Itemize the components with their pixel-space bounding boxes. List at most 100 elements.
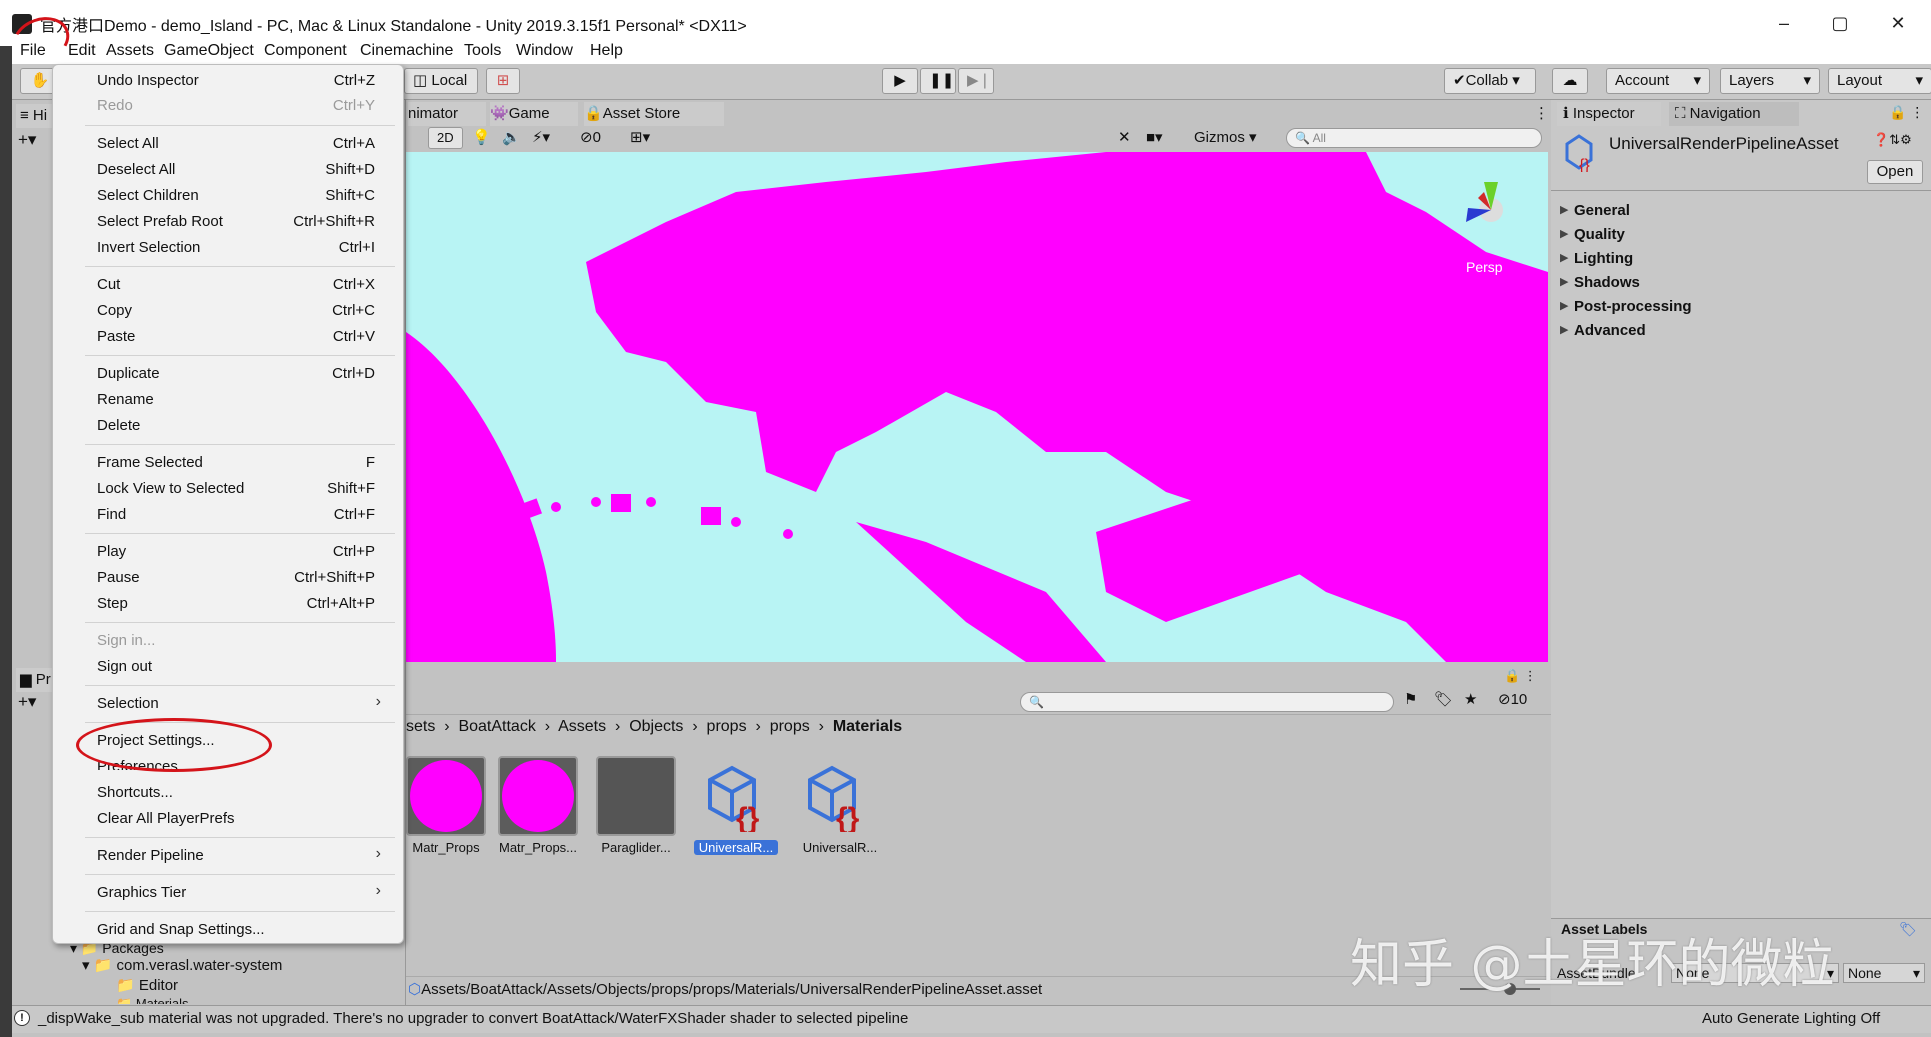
tree-item-water-system[interactable]: ▾ 📁 com.verasl.water-system: [82, 956, 282, 974]
tag-icon[interactable]: 🏷: [1899, 921, 1917, 938]
camera-icon[interactable]: ■▾: [1146, 128, 1163, 146]
expand-lighting-icon[interactable]: ▶: [1560, 251, 1568, 264]
tree-item-editor[interactable]: 📁 Editor: [116, 976, 178, 994]
scene-search-input[interactable]: 🔍 All: [1286, 128, 1542, 148]
menu-edit[interactable]: Edit: [68, 42, 98, 60]
asset-thumb[interactable]: [498, 756, 578, 836]
menu-item-grid-snap-settings[interactable]: Grid and Snap Settings...: [97, 921, 265, 938]
urp-asset-icon[interactable]: {}: [802, 762, 876, 835]
filter-type-icon[interactable]: ⚑: [1404, 690, 1417, 708]
menu-item-sign-out[interactable]: Sign out: [97, 658, 152, 675]
tab-asset-store[interactable]: 🔒Asset Store: [584, 102, 724, 126]
menu-window[interactable]: Window: [516, 42, 573, 60]
tools-icon[interactable]: ✕: [1118, 128, 1131, 146]
menu-item-paste[interactable]: Paste: [97, 328, 135, 345]
project-lock-icon[interactable]: 🔒 ⋮: [1504, 668, 1537, 684]
tree-item-materials[interactable]: 📁 Materials: [116, 996, 189, 1004]
menu-item-shortcuts[interactable]: Shortcuts...: [97, 784, 173, 801]
section-lighting[interactable]: Lighting: [1574, 250, 1633, 267]
favorite-icon[interactable]: ★: [1464, 690, 1477, 708]
menu-tools[interactable]: Tools: [464, 42, 501, 60]
expand-general-icon[interactable]: ▶: [1560, 203, 1568, 216]
project-create-button[interactable]: +▾: [18, 692, 36, 712]
menu-item-select-children[interactable]: Select Children: [97, 187, 199, 204]
create-button[interactable]: +▾: [18, 130, 36, 150]
hidden-objects-toggle[interactable]: ⊘0: [580, 128, 601, 146]
tab-inspector[interactable]: ℹ Inspector: [1557, 102, 1661, 126]
menu-item-find[interactable]: Find: [97, 506, 126, 523]
breadcrumb-item[interactable]: Assets: [558, 718, 606, 735]
layout-dropdown[interactable]: Layout ▾: [1828, 68, 1931, 94]
open-button[interactable]: Open: [1867, 160, 1923, 184]
pivot-local-button[interactable]: ◫ Local: [404, 68, 478, 94]
menu-item-play[interactable]: Play: [97, 543, 126, 560]
lock-icon[interactable]: 🔒 ⋮: [1889, 104, 1924, 121]
help-icon[interactable]: ❓⇅⚙: [1873, 132, 1912, 148]
minimize-button[interactable]: –: [1756, 6, 1812, 40]
menu-component[interactable]: Component: [264, 42, 347, 60]
lighting-icon[interactable]: 💡: [472, 128, 491, 146]
maximize-button[interactable]: ▢: [1812, 6, 1868, 40]
filter-label-icon[interactable]: 🏷: [1434, 690, 1453, 708]
expand-quality-icon[interactable]: ▶: [1560, 227, 1568, 240]
menu-item-cut[interactable]: Cut: [97, 276, 120, 293]
breadcrumb-item[interactable]: sets: [406, 718, 435, 735]
expand-advanced-icon[interactable]: ▶: [1560, 323, 1568, 336]
menu-item-selection[interactable]: Selection: [97, 695, 159, 712]
section-general[interactable]: General: [1574, 202, 1630, 219]
menu-assets[interactable]: Assets: [106, 42, 154, 60]
menu-help[interactable]: Help: [590, 42, 623, 60]
breadcrumb-item[interactable]: props: [707, 718, 747, 735]
lighting-status[interactable]: Auto Generate Lighting Off: [1702, 1010, 1880, 1027]
menu-item-select-all[interactable]: Select All: [97, 135, 159, 152]
urp-asset-icon[interactable]: {}: [702, 762, 776, 835]
menu-item-render-pipeline[interactable]: Render Pipeline: [97, 847, 204, 864]
asset-thumb[interactable]: [596, 756, 676, 836]
play-button[interactable]: ▶: [882, 68, 918, 94]
menu-item-invert-selection[interactable]: Invert Selection: [97, 239, 200, 256]
section-shadows[interactable]: Shadows: [1574, 274, 1640, 291]
menu-item-duplicate[interactable]: Duplicate: [97, 365, 160, 382]
pause-button[interactable]: ❚❚: [920, 68, 956, 94]
account-dropdown[interactable]: Account ▾: [1606, 68, 1710, 94]
menu-item-rename[interactable]: Rename: [97, 391, 154, 408]
section-post-processing[interactable]: Post-processing: [1574, 298, 1692, 315]
effects-icon[interactable]: ⚡▾: [532, 128, 550, 146]
hidden-count[interactable]: ⊘10: [1498, 690, 1527, 708]
menu-item-copy[interactable]: Copy: [97, 302, 132, 319]
tab-game[interactable]: 👾Game: [490, 102, 578, 126]
expand-shadows-icon[interactable]: ▶: [1560, 275, 1568, 288]
section-advanced[interactable]: Advanced: [1574, 322, 1646, 339]
expand-post-processing-icon[interactable]: ▶: [1560, 299, 1568, 312]
close-button[interactable]: ✕: [1870, 6, 1926, 40]
asset-thumb[interactable]: [406, 756, 486, 836]
grid-icon[interactable]: ⊞▾: [630, 128, 650, 146]
menu-cinemachine[interactable]: Cinemachine: [360, 42, 453, 60]
cloud-button[interactable]: ☁: [1552, 68, 1588, 94]
tab-navigation[interactable]: ⛶ Navigation: [1669, 102, 1799, 126]
audio-icon[interactable]: 🔈: [502, 128, 521, 146]
persp-label[interactable]: Persp: [1466, 259, 1503, 275]
tab-animator[interactable]: nimator: [408, 102, 486, 126]
menu-item-select-prefab-root[interactable]: Select Prefab Root: [97, 213, 223, 230]
menu-item-lock-view[interactable]: Lock View to Selected: [97, 480, 244, 497]
menu-item-delete[interactable]: Delete: [97, 417, 140, 434]
status-message[interactable]: _dispWake_sub material was not upgraded.…: [38, 1010, 908, 1027]
menu-item-deselect-all[interactable]: Deselect All: [97, 161, 175, 178]
menu-item-frame-selected[interactable]: Frame Selected: [97, 454, 203, 471]
mode-2d-button[interactable]: 2D: [428, 127, 463, 149]
breadcrumb-item[interactable]: BoatAttack: [458, 718, 535, 735]
layers-dropdown[interactable]: Layers ▾: [1720, 68, 1820, 94]
collab-dropdown[interactable]: ✔Collab ▾: [1444, 68, 1536, 94]
menu-gameobject[interactable]: GameObject: [164, 42, 254, 60]
menu-item-graphics-tier[interactable]: Graphics Tier: [97, 884, 186, 901]
menu-item-clear-playerprefs[interactable]: Clear All PlayerPrefs: [97, 810, 235, 827]
menu-item-step[interactable]: Step: [97, 595, 128, 612]
step-button[interactable]: ▶❘: [958, 68, 994, 94]
section-quality[interactable]: Quality: [1574, 226, 1625, 243]
scene-viewport[interactable]: Persp: [406, 152, 1548, 662]
breadcrumb-item[interactable]: Objects: [629, 718, 683, 735]
gizmos-dropdown[interactable]: Gizmos ▾: [1194, 128, 1257, 146]
scene-menu-icon[interactable]: ⋮: [1534, 104, 1549, 122]
menu-item-pause[interactable]: Pause: [97, 569, 140, 586]
